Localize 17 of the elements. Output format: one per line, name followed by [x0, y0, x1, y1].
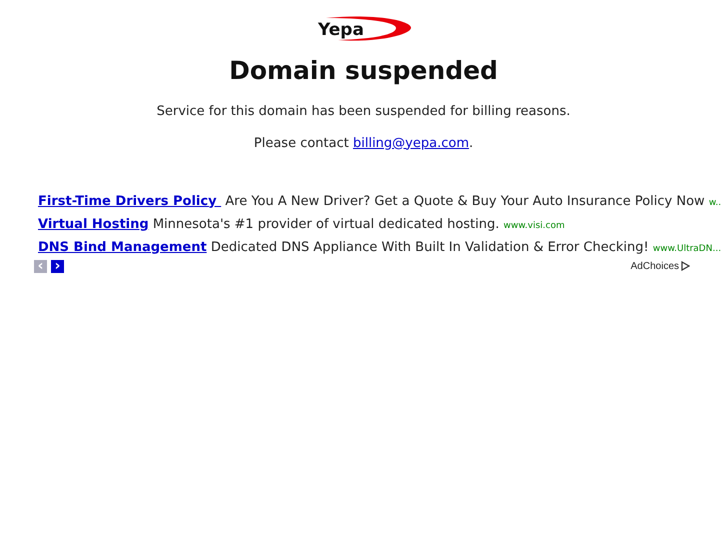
contact-text: Please contact billing@yepa.com.	[252, 136, 474, 150]
ad-url[interactable]: w..	[708, 198, 722, 208]
ad-url[interactable]: www.visi.com	[504, 220, 565, 230]
ad-title-link[interactable]: DNS Bind Management	[38, 240, 207, 254]
next-button[interactable]: ›	[51, 260, 64, 272]
ad-description: Dedicated DNS Appliance With Built In Validation & Error Checking!	[210, 240, 649, 254]
suspension-message: Service for this domain has been suspended for billing reasons.	[156, 104, 572, 118]
adchoices-icon	[681, 261, 690, 271]
ad-description: Are You A New Driver? Get a Quote & Buy Your Auto Insurance Policy Now	[225, 194, 705, 208]
adchoices-link[interactable]: AdChoices	[630, 260, 690, 272]
ad-url[interactable]: www.UltraDN...	[652, 244, 722, 254]
ad-description: Minnesota's #1 provider of virtual dedicated hosting.	[152, 216, 500, 232]
page-heading: Domain suspended	[228, 55, 499, 87]
logo: Yepa	[316, 15, 412, 43]
ad-title-link[interactable]: First-Time Drivers Policy	[38, 194, 222, 208]
email-link[interactable]: billing@yepa.com	[352, 136, 469, 150]
ad-title-link[interactable]: Virtual Hosting	[38, 216, 149, 232]
